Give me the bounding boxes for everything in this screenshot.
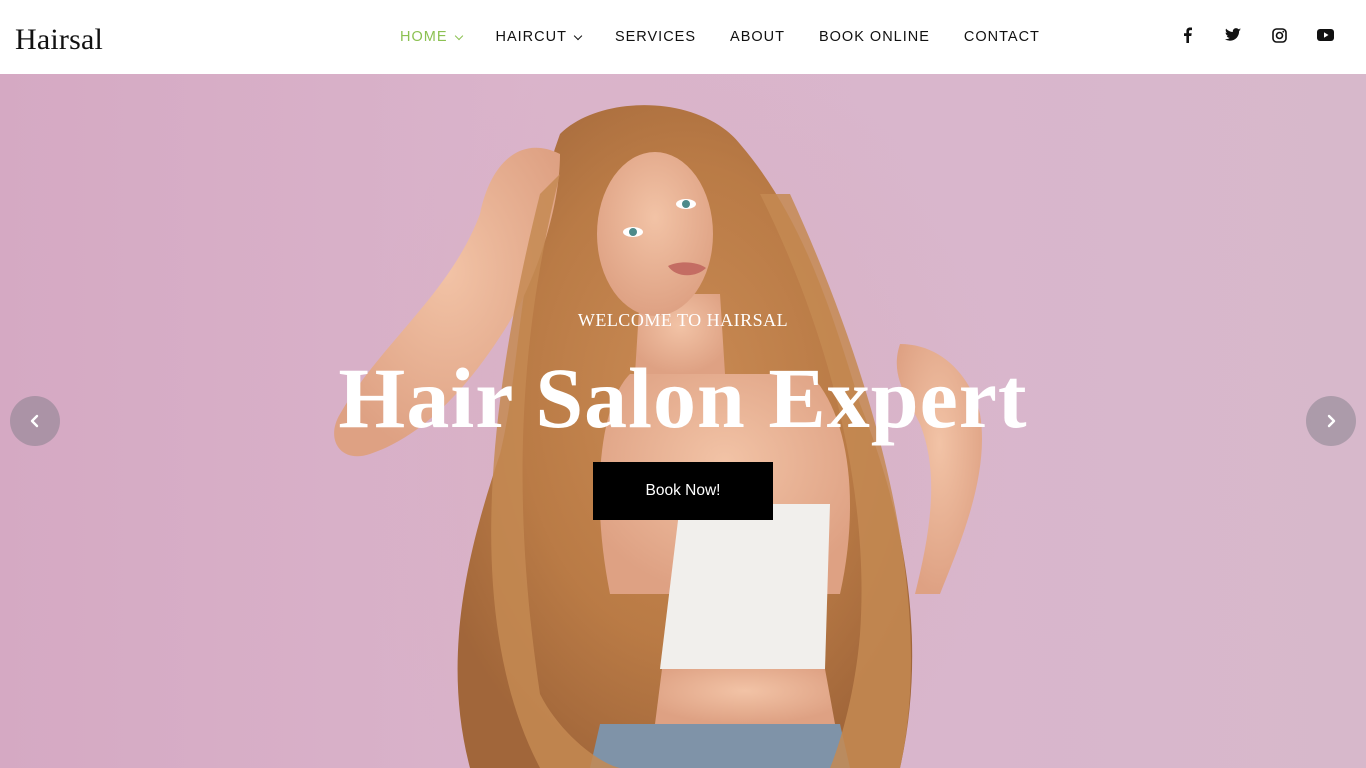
site-logo[interactable]: Hairsal — [15, 22, 103, 58]
twitter-icon — [1225, 28, 1241, 41]
nav-item-label: BOOK ONLINE — [818, 29, 930, 45]
chevron-right-icon — [1327, 414, 1336, 428]
nav-item-label: HAIRCUT — [495, 29, 567, 45]
nav-item-services[interactable]: SERVICES — [615, 29, 696, 45]
nav-item-label: ABOUT — [730, 29, 785, 45]
chevron-left-icon — [30, 414, 39, 428]
book-now-button[interactable]: Book Now! — [593, 462, 773, 520]
slider-prev-button[interactable] — [10, 396, 60, 446]
nav-item-home[interactable]: HOME — [400, 29, 463, 45]
chevron-down-icon — [573, 31, 583, 40]
instagram-icon — [1271, 27, 1287, 43]
nav-item-contact[interactable]: CONTACT — [964, 29, 1040, 45]
hero-title: Hair Salon Expert — [338, 350, 1028, 446]
hero-slider: WELCOME TO HAIRSAL Hair Salon Expert Boo… — [0, 74, 1366, 768]
instagram-link[interactable] — [1268, 24, 1290, 46]
nav-item-label: CONTACT — [963, 29, 1040, 45]
main-nav: HOME HAIRCUT SERVICES ABOUT BOOK ONLINE … — [400, 27, 1040, 47]
site-header: Hairsal HOME HAIRCUT SERVICES ABOUT BOOK… — [0, 0, 1366, 74]
nav-item-book-online[interactable]: BOOK ONLINE — [819, 29, 930, 45]
nav-item-haircut[interactable]: HAIRCUT — [495, 29, 583, 45]
chevron-down-icon — [454, 31, 463, 40]
hero-caption: WELCOME TO HAIRSAL Hair Salon Expert Boo… — [0, 74, 1366, 768]
nav-item-label: HOME — [400, 29, 448, 45]
hero-eyebrow: WELCOME TO HAIRSAL — [577, 310, 789, 330]
youtube-icon — [1316, 29, 1334, 41]
social-links — [1176, 24, 1336, 46]
youtube-link[interactable] — [1314, 24, 1336, 46]
nav-item-about[interactable]: ABOUT — [730, 29, 785, 45]
twitter-link[interactable] — [1222, 24, 1244, 46]
slider-next-button[interactable] — [1306, 396, 1356, 446]
facebook-icon — [1183, 27, 1192, 43]
facebook-link[interactable] — [1176, 24, 1198, 46]
nav-item-label: SERVICES — [614, 29, 697, 45]
